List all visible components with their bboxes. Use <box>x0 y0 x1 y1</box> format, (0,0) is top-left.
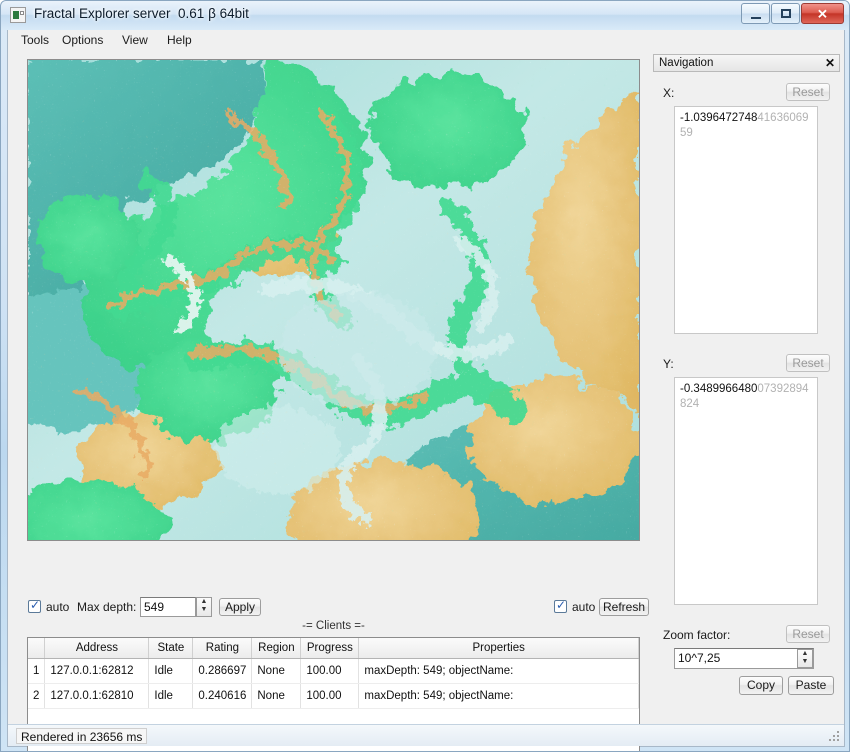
spinner-up-icon[interactable]: ▲ <box>798 650 812 658</box>
refresh-button[interactable]: Refresh <box>599 598 649 616</box>
cell-state: Idle <box>148 658 194 684</box>
table-row[interactable]: 2 127.0.0.1:62810 Idle 0.240616 None 100… <box>28 683 639 709</box>
zoom-factor-label: Zoom factor: <box>663 628 731 642</box>
x-coordinate-input[interactable]: -1.03964727484163606959 <box>674 106 818 334</box>
close-button[interactable]: ✕ <box>801 3 844 24</box>
y-label: Y: <box>663 357 674 371</box>
spinner-up-icon[interactable]: ▲ <box>197 598 211 606</box>
cell-rating: 0.286697 <box>192 658 253 684</box>
menu-item-tools[interactable]: Tools <box>14 32 56 49</box>
navigation-panel-title: Navigation <box>659 57 714 69</box>
auto-refresh-label: auto <box>572 600 596 614</box>
max-depth-spinner[interactable]: ▲ ▼ <box>196 597 212 617</box>
zoom-reset-button[interactable]: Reset <box>786 625 830 643</box>
paste-button[interactable]: Paste <box>788 676 834 695</box>
cell-region: None <box>251 658 302 684</box>
fractal-image <box>28 60 639 540</box>
spinner-down-icon[interactable]: ▼ <box>798 658 812 666</box>
window-title: Fractal Explorer server 0.61 β 64bit <box>34 6 249 21</box>
apply-button[interactable]: Apply <box>219 598 261 616</box>
column-header-properties[interactable]: Properties <box>358 638 639 659</box>
copy-button[interactable]: Copy <box>739 676 783 695</box>
cell-progress: 100.00 <box>300 683 360 709</box>
y-reset-button[interactable]: Reset <box>786 354 830 372</box>
checkmark-icon: ✓ <box>556 598 567 612</box>
close-icon[interactable]: ✕ <box>825 56 835 70</box>
table-row[interactable]: 1 127.0.0.1:62812 Idle 0.286697 None 100… <box>28 658 639 684</box>
render-status-text: Rendered in 23656 ms <box>16 728 148 744</box>
title-bar: Fractal Explorer server 0.61 β 64bit ✕ <box>1 1 849 30</box>
cell-properties: maxDepth: 549; objectName: <box>358 683 639 709</box>
checkmark-icon: ✓ <box>30 598 41 612</box>
cell-progress: 100.00 <box>300 658 360 684</box>
auto-refresh-checkbox[interactable]: ✓ <box>554 598 567 613</box>
menu-item-help[interactable]: Help <box>160 32 199 49</box>
navigation-panel: Navigation ✕ X: Reset -1.039647274841636… <box>653 54 840 724</box>
column-header-region[interactable]: Region <box>251 638 302 659</box>
spinner-down-icon[interactable]: ▼ <box>197 606 211 614</box>
navigation-panel-header: Navigation ✕ <box>653 54 840 72</box>
cell-rating: 0.240616 <box>192 683 253 709</box>
application-window: Fractal Explorer server 0.61 β 64bit ✕ T… <box>0 0 850 752</box>
clients-caption: -= Clients =- <box>302 620 365 632</box>
cell-address: 127.0.0.1:62812 <box>44 658 150 684</box>
maximize-button[interactable] <box>771 3 800 24</box>
auto-depth-checkbox[interactable]: ✓ <box>28 598 41 613</box>
column-header-progress[interactable]: Progress <box>300 638 360 659</box>
max-depth-label: Max depth: <box>77 600 137 614</box>
resize-grip[interactable] <box>829 731 841 743</box>
minimize-icon <box>750 17 761 19</box>
status-bar: Rendered in 23656 ms <box>8 724 844 746</box>
zoom-factor-spinner[interactable]: ▲ ▼ <box>797 649 813 668</box>
auto-depth-label: auto <box>46 600 70 614</box>
menu-bar: Tools Options View Help <box>7 30 845 51</box>
x-label: X: <box>663 86 675 100</box>
max-depth-input[interactable]: 549 <box>140 597 196 617</box>
app-icon <box>10 7 26 23</box>
table-header-row: Address State Rating Region Progress Pro… <box>28 638 639 659</box>
cell-address: 127.0.0.1:62810 <box>44 683 150 709</box>
cell-properties: maxDepth: 549; objectName: <box>358 658 639 684</box>
menu-item-view[interactable]: View <box>115 32 155 49</box>
y-value-significant: -0.3489966480 <box>680 383 758 395</box>
close-icon: ✕ <box>817 6 828 21</box>
column-header-address[interactable]: Address <box>44 638 150 659</box>
x-value-significant: -1.0396472748 <box>680 112 758 124</box>
menu-item-options[interactable]: Options <box>55 32 110 49</box>
y-coordinate-input[interactable]: -0.348996648007392894824 <box>674 377 818 605</box>
cell-state: Idle <box>148 683 194 709</box>
fractal-render-view[interactable] <box>27 59 640 541</box>
minimize-button[interactable] <box>741 3 770 24</box>
x-reset-button[interactable]: Reset <box>786 83 830 101</box>
cell-index: 1 <box>28 658 46 684</box>
cell-index: 2 <box>28 683 46 709</box>
client-area: ✓ auto Max depth: 549 ▲ ▼ Apply ✓ auto R… <box>7 51 845 751</box>
column-header-index[interactable] <box>28 638 46 659</box>
cell-region: None <box>251 683 302 709</box>
column-header-state[interactable]: State <box>148 638 194 659</box>
maximize-icon <box>780 9 791 18</box>
column-header-rating[interactable]: Rating <box>192 638 253 659</box>
zoom-factor-input[interactable]: 10^7,25 <box>674 648 814 669</box>
